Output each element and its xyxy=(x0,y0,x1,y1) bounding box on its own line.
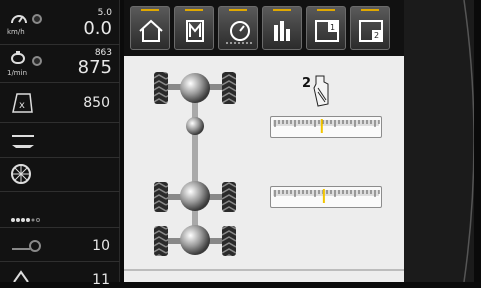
svg-text:1: 1 xyxy=(330,23,335,32)
tab-memory[interactable] xyxy=(174,6,214,50)
right-panel xyxy=(404,0,481,283)
speedometer-icon xyxy=(10,10,28,29)
speed-row[interactable]: km/h 5.0 0.0 xyxy=(0,0,120,45)
rear1-axle-ball xyxy=(180,181,210,211)
rpm-unit: 1/min xyxy=(7,69,28,77)
front-axle-slider[interactable] xyxy=(270,116,382,138)
working-width-icon xyxy=(10,133,36,153)
tab-statistics[interactable] xyxy=(262,6,302,50)
edit-pen-icon[interactable] xyxy=(312,74,332,112)
slip-row[interactable]: x 850 xyxy=(0,83,120,123)
row3-value: 850 xyxy=(83,95,110,111)
window-2-icon: 2 xyxy=(359,20,383,42)
speed-setpoint: 5.0 xyxy=(97,8,112,18)
tab-window-2[interactable]: 2 xyxy=(350,6,390,50)
axle-diagram xyxy=(124,72,404,271)
fan-row[interactable]: 11 xyxy=(0,262,120,288)
selection-number: 2 xyxy=(302,76,312,91)
rear2-right-tire xyxy=(222,226,236,256)
seed-rate-row[interactable]: 10 xyxy=(0,228,120,262)
rpm-value: 875 xyxy=(77,57,112,78)
status-panel: km/h 5.0 0.0 1/min 863 875 x 850 10 11 xyxy=(0,0,120,288)
slider-scale xyxy=(273,119,380,133)
slip-gauge-icon: x xyxy=(10,92,34,118)
row7-value: 10 xyxy=(92,238,110,254)
row8-value: 11 xyxy=(92,272,110,288)
tab-gauge[interactable] xyxy=(218,6,258,50)
engine-icon xyxy=(10,50,26,69)
wheel-row[interactable] xyxy=(0,158,120,192)
rear1-left-tire xyxy=(154,182,168,212)
front-axle-ball xyxy=(180,73,210,103)
svg-text:2: 2 xyxy=(374,31,379,40)
wheel-icon xyxy=(10,163,32,189)
working-width-row[interactable] xyxy=(0,123,120,158)
memory-card-icon xyxy=(186,20,204,42)
gauge-icon xyxy=(226,21,252,44)
slider-scale xyxy=(273,189,380,203)
speed-value: 0.0 xyxy=(83,18,112,39)
bar-chart-icon xyxy=(274,21,290,41)
gear-icon xyxy=(32,56,42,66)
gear-icon xyxy=(32,14,42,24)
tab-bar: 1 2 xyxy=(124,0,404,56)
rear-axle-slider[interactable] xyxy=(270,186,382,208)
tab-home[interactable] xyxy=(130,6,170,50)
seed-rate-icon xyxy=(10,238,42,257)
front-left-tire xyxy=(154,72,168,104)
rear2-axle-ball xyxy=(180,225,210,255)
tab-window-1[interactable]: 1 xyxy=(306,6,346,50)
seed-dots-icon xyxy=(10,208,44,227)
rear2-left-tire xyxy=(154,226,168,256)
window-1-icon: 1 xyxy=(315,20,339,42)
home-icon xyxy=(139,19,163,42)
seed-row[interactable] xyxy=(0,192,120,228)
speed-unit: km/h xyxy=(7,28,25,36)
svg-text:x: x xyxy=(19,100,25,111)
front-sensor-ball xyxy=(186,117,204,135)
main-panel: 1 2 2 xyxy=(124,0,404,282)
bezel-edge xyxy=(463,0,481,283)
rpm-row[interactable]: 1/min 863 875 xyxy=(0,45,120,83)
rear1-right-tire xyxy=(222,182,236,212)
fan-icon xyxy=(10,266,32,286)
front-right-tire xyxy=(222,72,236,104)
